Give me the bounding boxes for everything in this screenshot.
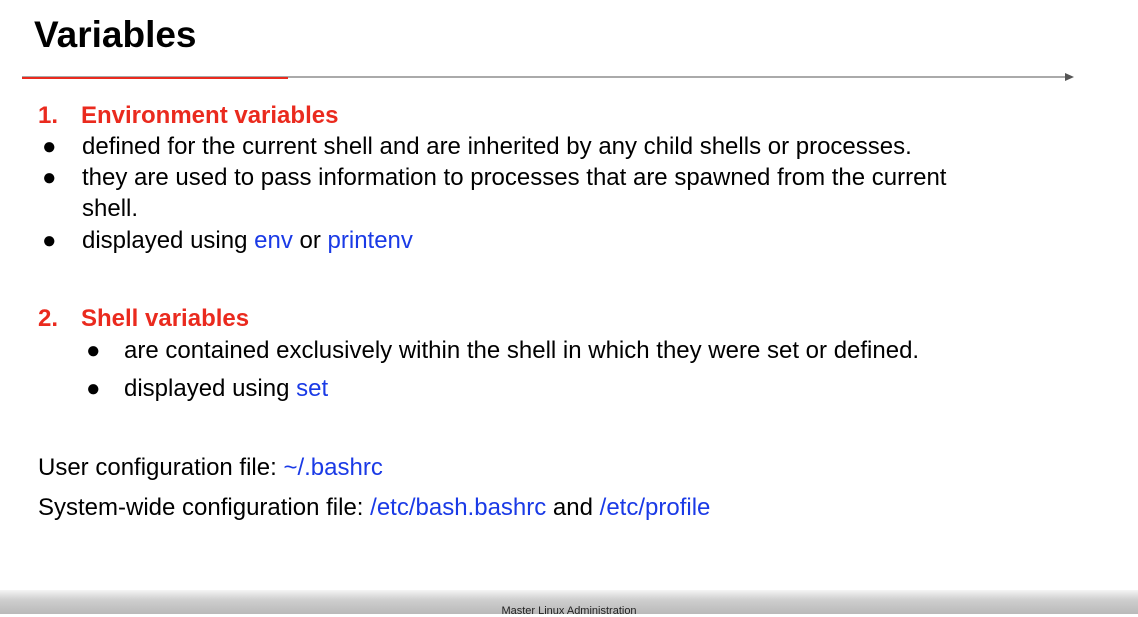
bullet-dot: ● — [42, 133, 57, 160]
command-printenv: printenv — [327, 227, 413, 254]
conjunction: or — [292, 227, 328, 254]
system-config-label: System-wide configuration file: — [38, 494, 371, 521]
system-config-line: System-wide configuration file: /etc/bas… — [38, 493, 710, 523]
bullet-dot: ● — [86, 337, 101, 364]
bullet-dot: ● — [42, 227, 57, 254]
title-underline — [22, 73, 1074, 81]
system-config-path-bashrc: /etc/bash.bashrc — [370, 494, 547, 521]
footer-bar: Master Linux Administration — [0, 590, 1138, 617]
underline-arrowhead — [1065, 73, 1074, 81]
slide-title: Variables — [34, 14, 197, 55]
bullet-text: displayed using env or printenv — [82, 226, 413, 256]
section-heading-environment: 1. Environment variables — [38, 101, 338, 131]
user-config-path: ~/.bashrc — [283, 454, 383, 481]
bullet-text-label: displayed using — [82, 227, 255, 254]
bullet-text: are contained exclusively within the she… — [124, 337, 920, 364]
section-heading-shell: 2. Shell variables — [38, 304, 249, 334]
bullet-text-continued: shell. — [82, 195, 139, 222]
bullet-dot: ● — [86, 375, 101, 402]
bullet-text: they are used to pass information to pro… — [82, 164, 947, 191]
section-number: 2. — [38, 305, 59, 332]
footer-text: Master Linux Administration — [501, 605, 637, 617]
bullet-dot: ● — [42, 164, 57, 191]
user-config-label: User configuration file: — [38, 454, 284, 481]
command-env: env — [254, 227, 293, 254]
section-heading-text: Environment variables — [81, 102, 339, 129]
user-config-line: User configuration file: ~/.bashrc — [38, 453, 383, 483]
command-set: set — [296, 375, 329, 402]
bullet-text-label: displayed using — [124, 375, 297, 402]
bullet-text: defined for the current shell and are in… — [82, 133, 912, 160]
system-config-and: and — [546, 494, 600, 521]
system-config-path-profile: /etc/profile — [599, 494, 711, 521]
section-heading-text: Shell variables — [81, 305, 250, 332]
bullet-text: displayed using set — [124, 374, 328, 404]
section-number: 1. — [38, 102, 59, 129]
